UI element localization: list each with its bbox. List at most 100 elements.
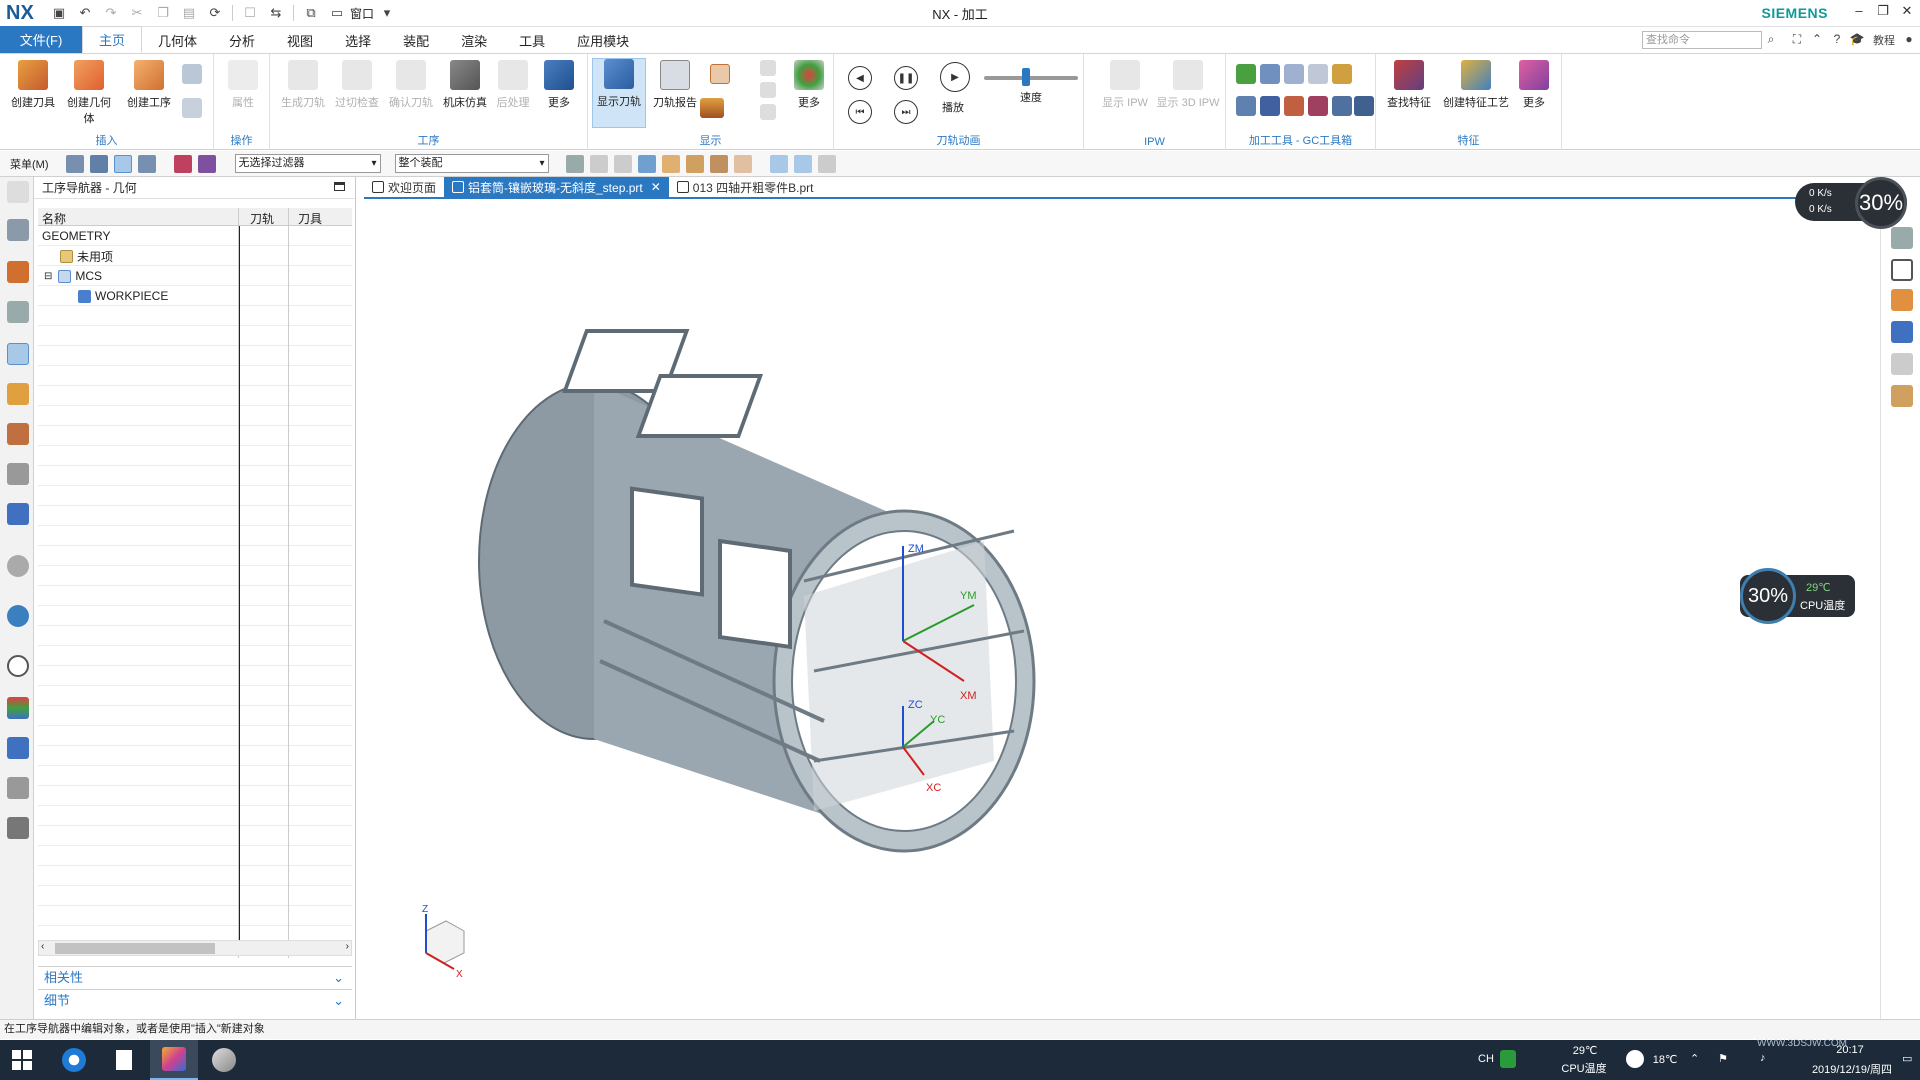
view-eye-icon[interactable] [793,154,812,173]
show-3d-ipw-button[interactable]: 显示 3D IPW [1156,60,1220,110]
column-name[interactable]: 名称 [42,210,66,227]
create-operation-button[interactable]: 创建工序 [122,60,176,110]
layer-settings-icon[interactable] [1891,321,1913,343]
chevron-down-icon[interactable]: ⌄ [333,990,344,1011]
web-browser-icon[interactable] [7,555,29,577]
show-toolpath-button[interactable]: 显示刀轨 [592,58,646,128]
horizontal-scrollbar[interactable]: ‹ › [38,940,352,956]
assembly-scope-select[interactable]: 整个装配 [394,154,549,173]
properties-button[interactable]: 属性 [216,60,270,110]
column-tool[interactable]: 刀具 [298,210,322,227]
speed-slider-thumb[interactable] [1022,68,1030,86]
tab-part-4axis[interactable]: 013 四轴开粗零件B.prt [669,177,822,197]
ime-indicator[interactable]: CH [1478,1053,1494,1065]
find-feature-button[interactable]: 查找特征 [1382,60,1436,110]
chevron-down-icon[interactable]: ⌄ [333,967,344,988]
step-forward-button[interactable]: ⏭ [894,100,918,124]
clipping-plane-icon[interactable] [1891,385,1913,407]
solid-select-icon[interactable] [733,154,752,173]
undo-list-icon[interactable]: ⇆ [267,4,285,22]
gc-doc-icon[interactable] [1260,96,1280,116]
switch-window-icon[interactable]: ⧉ [302,4,320,22]
gc-check-icon[interactable] [1236,64,1256,84]
more-display-button[interactable]: 更多 [782,60,836,110]
history-icon[interactable] [7,655,29,677]
machine-simulation-button[interactable]: 机床仿真 [438,60,492,110]
settings-gear-icon[interactable] [7,181,29,203]
create-geometry-button[interactable]: 创建几何体 [62,60,116,126]
show-ipw-button[interactable]: 显示 IPW [1098,60,1152,110]
tab-geometry[interactable]: 几何体 [142,27,213,53]
pause-button[interactable]: ❚❚ [894,66,918,90]
machine-view-icon[interactable] [89,154,108,173]
general-select-icon[interactable] [565,154,584,173]
internet-icon[interactable] [7,605,29,627]
command-search-input[interactable]: 查找命令 [1642,31,1762,49]
type-filter-select[interactable]: 无选择过滤器 [234,154,381,173]
gc-report-icon[interactable] [1354,96,1374,116]
tray-volume-icon[interactable]: ♪ [1760,1052,1766,1064]
hd3d-tools-icon[interactable] [7,503,29,525]
manufacturing-wizard-icon[interactable] [7,777,29,799]
system-materials-icon[interactable] [7,697,29,719]
tab-tools[interactable]: 工具 [503,27,561,53]
orient-view-icon[interactable] [1891,289,1913,311]
tree-item-mcs[interactable]: ⊟ MCS [44,266,102,286]
repeat-command-icon[interactable]: ⟳ [206,4,224,22]
gc-copy-icon[interactable] [1236,96,1256,116]
notification-icon[interactable]: ▭ [1902,1052,1912,1065]
create-tool-button[interactable]: 创建刀具 [6,60,60,110]
tree-item-geometry[interactable]: GEOMETRY [42,226,110,246]
gc-export-icon[interactable] [1284,96,1304,116]
cut-icon[interactable]: ✂ [128,4,146,22]
taskbar-app-nx2[interactable] [200,1040,248,1080]
process-studio-icon[interactable] [7,737,29,759]
graphics-window[interactable]: ZM YM XM ZC YC XC Z X [364,201,1872,1019]
create-method-icon[interactable] [182,98,202,118]
display-ipw-icon[interactable] [710,64,730,84]
tray-date[interactable]: 2019/12/19/周四 [1806,1061,1898,1077]
minimize-button[interactable]: – [1848,3,1870,23]
tab-view[interactable]: 视图 [271,27,329,53]
reuse-library-icon[interactable] [7,463,29,485]
touch-mode-icon[interactable]: ☐ [241,4,259,22]
tutorial-icon[interactable]: 🎓 [1848,32,1866,48]
window-menu-icon[interactable]: ▭ [328,4,346,22]
feature-select-icon[interactable] [637,154,656,173]
program-view-icon[interactable] [65,154,84,173]
speed-slider-track[interactable] [984,76,1078,80]
tool-display-icon[interactable] [700,98,724,118]
view-triad[interactable] [425,914,465,970]
face-select-icon[interactable] [685,154,704,173]
tab-welcome-page[interactable]: 欢迎页面 [364,177,444,197]
dependencies-panel[interactable]: 相关性 ⌄ [38,966,352,988]
gouge-check-button[interactable]: 过切检查 [330,60,384,110]
play-button[interactable]: ▶ [940,62,970,92]
select-all-icon[interactable] [613,154,632,173]
tab-home[interactable]: 主页 [82,26,143,53]
options-icon[interactable]: ● [1900,32,1918,48]
ime-icon[interactable] [1500,1050,1516,1068]
paste-icon[interactable]: ▤ [180,4,198,22]
restore-button[interactable]: ❐ [1872,3,1894,23]
step-back-button[interactable]: ⏮ [848,100,872,124]
scroll-right-icon[interactable]: › [346,941,349,952]
save-icon[interactable]: ▣ [50,4,68,22]
search-icon[interactable]: ⌕ [1762,32,1780,48]
tab-analysis[interactable]: 分析 [213,27,271,53]
tree-item-unused[interactable]: 未用项 [60,246,113,266]
copy-icon[interactable]: ❐ [154,4,172,22]
model-canvas[interactable]: ZM YM XM ZC YC XC Z X [364,201,1872,1019]
tree-item-workpiece[interactable]: WORKPIECE [78,286,168,306]
cylinder-model[interactable] [478,329,1036,853]
taskbar-app-browser[interactable] [50,1040,98,1080]
gc-hole-icon[interactable] [1332,96,1352,116]
create-program-icon[interactable] [182,64,202,84]
undo-icon[interactable]: ↶ [76,4,94,22]
verify-toolpath-button[interactable]: 确认刀轨 [384,60,438,110]
body-select-icon[interactable] [661,154,680,173]
file-menu-tab[interactable]: 文件(F) [0,26,82,53]
measure-icon[interactable] [1891,353,1913,375]
filter-icon-2[interactable] [197,154,216,173]
tray-network-icon[interactable]: ⚑ [1718,1052,1728,1065]
